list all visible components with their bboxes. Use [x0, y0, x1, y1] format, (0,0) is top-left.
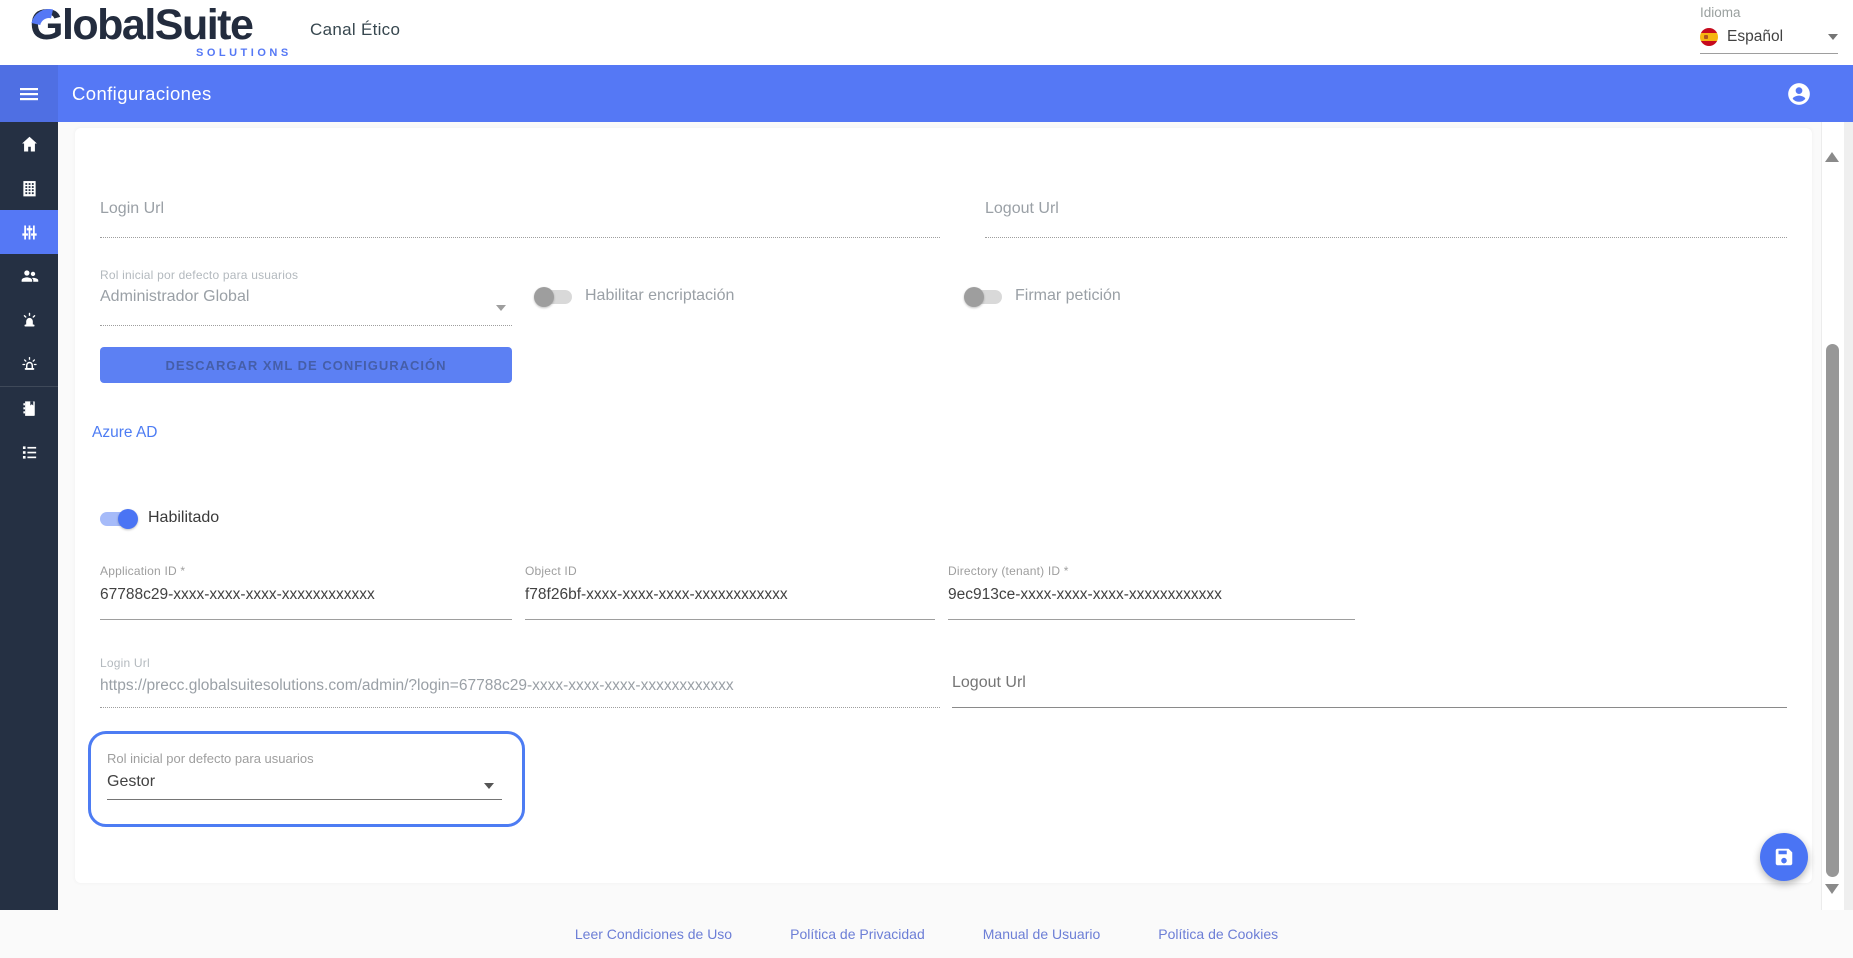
sidebar-item-alerts[interactable]: [0, 298, 58, 342]
toggle-thumb: [534, 287, 554, 307]
azure-ad-link[interactable]: Azure AD: [92, 424, 157, 442]
azure-login-url-value: https://precc.globalsuitesolutions.com/a…: [100, 677, 940, 695]
siren-filled-icon: [19, 310, 40, 331]
home-icon: [19, 134, 40, 155]
toggle-thumb: [964, 287, 984, 307]
sidebar-item-home[interactable]: [0, 122, 58, 166]
saml-default-role-value: Administrador Global: [100, 288, 512, 306]
download-xml-button[interactable]: DESCARGAR XML DE CONFIGURACIÓN: [100, 347, 512, 383]
scroll-up-arrow-icon[interactable]: [1825, 152, 1839, 162]
application-id-value: 67788c29-xxxx-xxxx-xxxx-xxxxxxxxxxxx: [100, 586, 512, 604]
footer-link-privacy[interactable]: Política de Privacidad: [790, 926, 925, 942]
application-id-label: Application ID *: [100, 564, 512, 578]
sliders-icon: [19, 222, 40, 243]
sidebar-item-lists[interactable]: [0, 430, 58, 474]
saml-login-url-field[interactable]: Login Url: [100, 200, 940, 238]
configuration-panel: Login Url Logout Url Rol inicial por def…: [75, 128, 1812, 883]
object-id-value: f78f26bf-xxxx-xxxx-xxxx-xxxxxxxxxxxx: [525, 586, 935, 604]
sign-request-toggle[interactable]: [965, 290, 1002, 304]
sidebar-item-organization[interactable]: [0, 166, 58, 210]
logo-solutions-text: SOLUTIONS: [196, 47, 292, 59]
save-button[interactable]: [1760, 833, 1808, 881]
menu-button[interactable]: [0, 65, 58, 122]
sidebar-item-configurations[interactable]: [0, 210, 58, 254]
siren-outline-icon: [19, 354, 40, 375]
bulleted-list-icon: [19, 442, 40, 463]
main-toolbar: Configuraciones: [0, 65, 1853, 122]
footer-link-terms[interactable]: Leer Condiciones de Uso: [575, 926, 732, 942]
select-underline: [107, 799, 502, 800]
footer: Leer Condiciones de Uso Política de Priv…: [0, 910, 1853, 958]
highlighted-default-role-select[interactable]: Rol inicial por defecto para usuarios Ge…: [88, 731, 525, 827]
building-icon: [19, 178, 40, 199]
azure-logout-url-placeholder: Logout Url: [952, 674, 1787, 692]
azure-login-url-label: Login Url: [100, 656, 940, 670]
sidebar-item-records[interactable]: [0, 386, 58, 430]
app-window: GlobalSuite SOLUTIONS Canal Ético Idioma…: [0, 0, 1853, 958]
page-title: Canal Ético: [310, 20, 400, 40]
toolbar-title: Configuraciones: [72, 65, 212, 122]
directory-tenant-id-value: 9ec913ce-xxxx-xxxx-xxxx-xxxxxxxxxxxx: [948, 586, 1355, 604]
saml-logout-url-field[interactable]: Logout Url: [985, 200, 1787, 238]
azure-enabled-toggle[interactable]: [100, 512, 137, 526]
account-circle-icon: [1786, 81, 1812, 107]
account-button[interactable]: [1786, 81, 1812, 107]
spain-flag-icon: [1700, 28, 1718, 46]
scrollbar-gutter: [1844, 122, 1853, 910]
footer-link-manual[interactable]: Manual de Usuario: [983, 926, 1101, 942]
sidebar-nav: [0, 122, 58, 910]
azure-default-role-label: Rol inicial por defecto para usuarios: [107, 751, 314, 766]
notebook-icon: [19, 398, 40, 419]
toggle-thumb: [118, 509, 138, 529]
enable-encryption-toggle[interactable]: [535, 290, 572, 304]
saml-login-url-placeholder: Login Url: [100, 200, 940, 218]
footer-link-cookies[interactable]: Política de Cookies: [1158, 926, 1278, 942]
globalsuite-logo: GlobalSuite SOLUTIONS: [30, 0, 300, 65]
scrollbar-thumb[interactable]: [1826, 344, 1839, 877]
language-selector[interactable]: Idioma Español: [1700, 5, 1838, 54]
directory-tenant-id-label: Directory (tenant) ID *: [948, 564, 1355, 578]
app-header: GlobalSuite SOLUTIONS Canal Ético Idioma…: [0, 0, 1853, 65]
azure-enabled-label: Habilitado: [148, 509, 219, 527]
language-select[interactable]: Español: [1700, 28, 1838, 54]
saml-default-role-select[interactable]: Rol inicial por defecto para usuarios Ad…: [100, 268, 512, 326]
saml-default-role-label: Rol inicial por defecto para usuarios: [100, 268, 512, 282]
language-label: Idioma: [1700, 5, 1838, 20]
saml-logout-url-placeholder: Logout Url: [985, 200, 1787, 218]
application-id-field[interactable]: Application ID * 67788c29-xxxx-xxxx-xxxx…: [100, 564, 512, 620]
chevron-down-icon: [484, 783, 494, 789]
save-floppy-icon: [1773, 846, 1795, 868]
sign-request-label: Firmar petición: [1015, 287, 1121, 305]
scroll-down-arrow-icon[interactable]: [1825, 884, 1839, 894]
directory-tenant-id-field[interactable]: Directory (tenant) ID * 9ec913ce-xxxx-xx…: [948, 564, 1355, 620]
object-id-field[interactable]: Object ID f78f26bf-xxxx-xxxx-xxxx-xxxxxx…: [525, 564, 935, 620]
language-value: Español: [1727, 28, 1828, 46]
azure-logout-url-field[interactable]: Logout Url: [952, 674, 1787, 708]
enable-encryption-label: Habilitar encriptación: [585, 287, 734, 305]
object-id-label: Object ID: [525, 564, 935, 578]
azure-login-url-field[interactable]: Login Url https://precc.globalsuitesolut…: [100, 656, 940, 708]
people-icon: [19, 266, 40, 287]
sidebar-item-incidents[interactable]: [0, 342, 58, 386]
chevron-down-icon: [1828, 34, 1838, 40]
chevron-down-icon: [496, 305, 506, 311]
azure-default-role-value: Gestor: [107, 773, 155, 791]
sidebar-item-users[interactable]: [0, 254, 58, 298]
hamburger-icon: [17, 82, 41, 106]
